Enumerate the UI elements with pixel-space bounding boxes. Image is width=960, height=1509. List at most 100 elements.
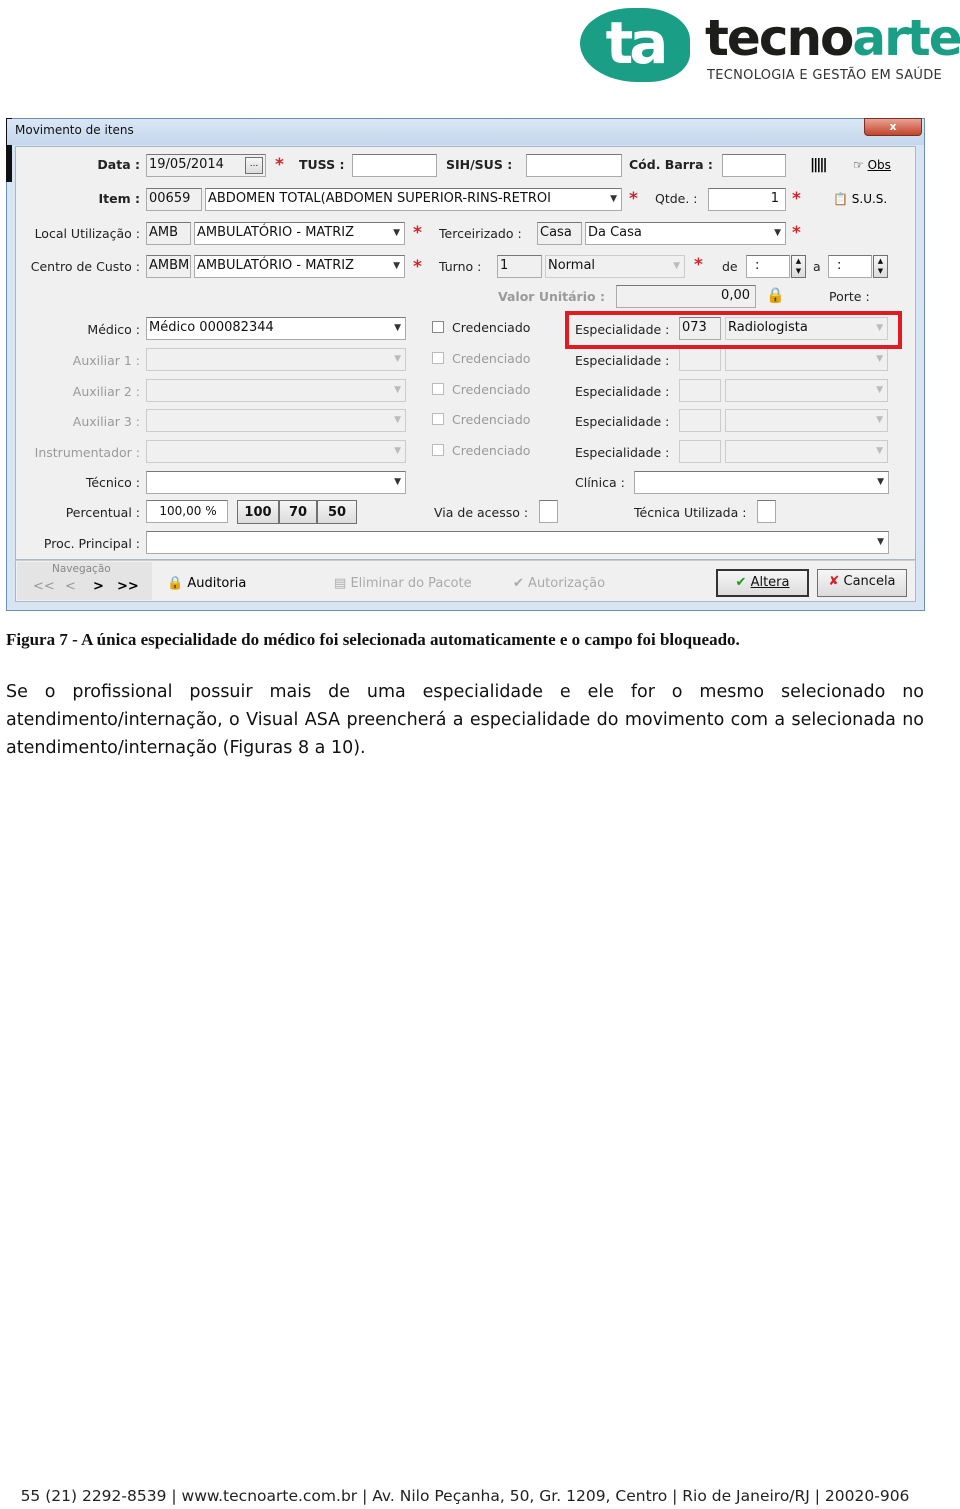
required-icon: * (629, 189, 638, 209)
tecnica-field[interactable] (757, 500, 776, 523)
cod-barra-field[interactable] (722, 154, 786, 177)
centro-dropdown[interactable]: AMBULATÓRIO - MATRIZ (194, 255, 405, 278)
via-acesso-field[interactable] (539, 500, 558, 523)
lock-icon[interactable]: 🔒 (766, 286, 785, 304)
item-desc-dropdown[interactable]: ABDOMEN TOTAL(ABDOMEN SUPERIOR-RINS-RETR… (205, 188, 622, 211)
especialidade-dropdown[interactable] (725, 409, 888, 432)
check-icon: ✔ (735, 575, 747, 590)
proc-principal-dropdown[interactable] (146, 531, 889, 554)
eliminar-pacote-button[interactable]: ▤ Eliminar do Pacote (334, 576, 472, 591)
especialidade-dropdown[interactable] (725, 440, 888, 463)
lock-icon: 🔒 (167, 576, 184, 591)
especialidade-label: Especialidade : (575, 445, 670, 460)
tecnico-label: Técnico : (85, 475, 140, 490)
title-bar (7, 119, 924, 145)
pct-70-button[interactable]: 70 (279, 500, 317, 524)
professional-label: Auxiliar 3 : (72, 414, 140, 429)
sus-label: S.U.S. (851, 192, 888, 206)
sih-sus-label: SIH/SUS : (446, 157, 513, 172)
especialidade-label: Especialidade : (575, 384, 670, 399)
credenciado-checkbox[interactable] (432, 413, 444, 425)
turno-dropdown[interactable]: Normal (545, 255, 685, 278)
a-time-field[interactable]: : (828, 255, 872, 278)
pct-50-button[interactable]: 50 (317, 500, 357, 524)
professional-label: Médico : (87, 322, 140, 337)
tuss-field[interactable] (352, 154, 437, 177)
logo-mark: ta (580, 8, 690, 82)
package-icon: ▤ (334, 576, 347, 591)
logo-word-tecno: tecno (705, 9, 854, 67)
date-picker-button[interactable]: ... (245, 157, 263, 174)
required-icon: * (694, 255, 703, 275)
especialidade-label: Especialidade : (575, 353, 670, 368)
especialidade-label: Especialidade : (575, 414, 670, 429)
x-icon: ✘ (828, 574, 840, 589)
nav-first-button[interactable]: << (33, 579, 55, 594)
page-footer: 55 (21) 2292-8539 | www.tecnoarte.com.br… (20, 1487, 910, 1505)
professional-label: Auxiliar 1 : (72, 353, 140, 368)
professional-dropdown[interactable] (146, 409, 406, 432)
qtde-field[interactable]: 1 (708, 188, 786, 211)
professional-dropdown[interactable] (146, 440, 406, 463)
professional-dropdown[interactable] (146, 379, 406, 402)
eliminar-label: Eliminar do Pacote (350, 576, 472, 591)
autorizacao-button[interactable]: ✔ Autorização (513, 576, 605, 591)
obs-button[interactable]: ☞ Obs (853, 158, 891, 172)
item-code-field[interactable]: 00659 (146, 188, 202, 211)
de-time-field[interactable]: : (746, 255, 790, 278)
autorizacao-label: Autorização (528, 576, 606, 591)
window-title: Movimento de itens (15, 123, 134, 137)
porte-label: Porte : (829, 289, 870, 304)
terceirizado-dropdown[interactable]: Da Casa (585, 222, 786, 245)
especialidade-code-field (679, 348, 721, 371)
de-spinner[interactable]: ▲ ▼ (791, 255, 806, 278)
sus-button[interactable]: 📋 S.U.S. (833, 192, 887, 206)
credenciado-checkbox[interactable] (432, 321, 444, 333)
terceirizado-code-field[interactable]: Casa (537, 222, 582, 245)
a-spinner[interactable]: ▲ ▼ (873, 255, 888, 278)
professional-label: Auxiliar 2 : (72, 384, 140, 399)
professional-dropdown[interactable]: Médico 000082344 (146, 317, 406, 340)
nav-next-button[interactable]: > (93, 579, 104, 594)
altera-button[interactable]: ✔ Altera (716, 569, 809, 597)
cod-barra-label: Cód. Barra : (629, 157, 713, 172)
clinica-dropdown[interactable] (634, 471, 889, 494)
logo-word-arte: arte (852, 9, 960, 67)
check-icon: ✔ (513, 576, 524, 591)
close-button[interactable]: x (864, 118, 922, 136)
required-icon: * (792, 189, 801, 209)
tecnico-dropdown[interactable] (146, 471, 406, 494)
credenciado-label: Credenciado (452, 382, 531, 397)
professional-dropdown[interactable] (146, 348, 406, 371)
nav-label: Navegação (52, 563, 111, 575)
valor-unitario-field: 0,00 (616, 285, 756, 308)
local-code-field[interactable]: AMB (146, 222, 191, 245)
especialidade-dropdown[interactable] (725, 379, 888, 402)
centro-custo-label: Centro de Custo : (30, 259, 140, 274)
credenciado-checkbox[interactable] (432, 352, 444, 364)
percentual-field[interactable]: 100,00 % (146, 500, 228, 523)
local-dropdown[interactable]: AMBULATÓRIO - MATRIZ (194, 222, 405, 245)
terceirizado-label: Terceirizado : (439, 226, 522, 241)
auditoria-button[interactable]: 🔒 Auditoria (167, 576, 246, 591)
cancela-label: Cancela (843, 574, 896, 589)
especialidade-dropdown[interactable] (725, 348, 888, 371)
required-icon: * (275, 155, 284, 175)
credenciado-label: Credenciado (452, 351, 531, 366)
turno-code-field[interactable]: 1 (497, 255, 542, 278)
nav-last-button[interactable]: >> (117, 579, 139, 594)
body-paragraph: Se o profissional possuir mais de uma es… (6, 682, 924, 758)
credenciado-label: Credenciado (452, 320, 531, 335)
obs-label: Obs (867, 158, 891, 172)
pct-100-button[interactable]: 100 (237, 500, 279, 524)
barcode-icon[interactable]: ||||| (810, 157, 828, 173)
sih-sus-field[interactable] (526, 154, 622, 177)
credenciado-checkbox[interactable] (432, 444, 444, 456)
credenciado-label: Credenciado (452, 412, 531, 427)
nav-prev-button[interactable]: < (65, 579, 76, 594)
cancela-button[interactable]: ✘ Cancela (817, 569, 907, 597)
centro-code-field[interactable]: AMBM (146, 255, 191, 278)
especialidade-code-field (679, 440, 721, 463)
especialidade-code-field (679, 379, 721, 402)
credenciado-checkbox[interactable] (432, 383, 444, 395)
